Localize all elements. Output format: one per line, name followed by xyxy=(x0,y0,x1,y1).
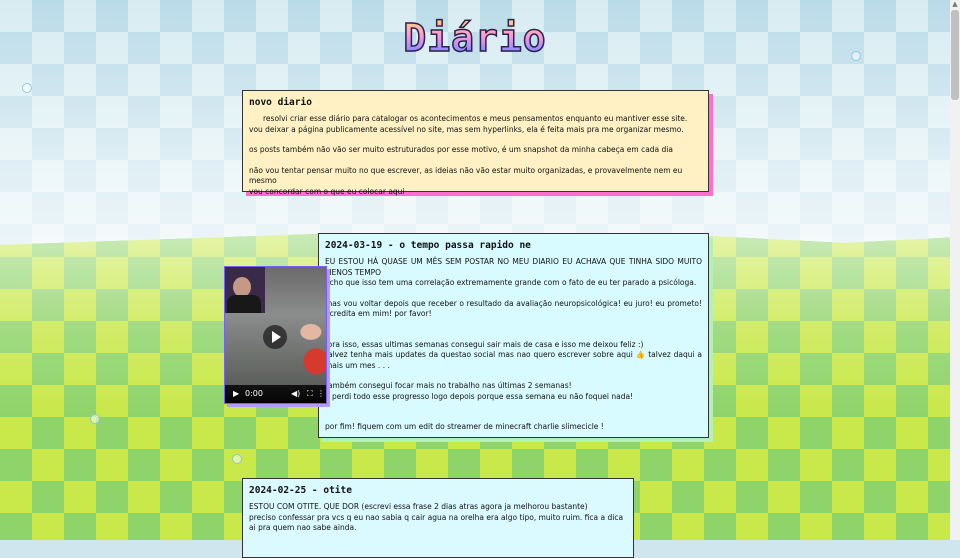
entry-text: ESTOU COM OTITE. QUE DOR (escrevi essa f… xyxy=(249,502,588,511)
volume-icon[interactable]: ◀) xyxy=(291,389,300,398)
scroll-up-arrow-icon[interactable]: ▲ xyxy=(951,0,959,9)
entry-text: também consegui focar mais no trabalho n… xyxy=(325,381,572,390)
entry-text: EU ESTOU HÁ QUASE UM MÊS SEM POSTAR NO M… xyxy=(325,257,702,277)
page-title: Diário xyxy=(0,15,950,61)
entry-text: não vou tentar pensar muito no que escre… xyxy=(249,165,683,186)
entry-title: 2024-03-19 - o tempo passa rapido ne xyxy=(325,240,531,251)
entry-text: vou deixar a página publicamente acessív… xyxy=(249,124,684,134)
entry-text: e perdi todo esse progresso logo depois … xyxy=(325,391,634,401)
video-controls: ▶ 0:00 ◀) ⛶ ⋮ xyxy=(225,385,326,403)
entry-text: resolvi criar esse diário para catalogar… xyxy=(263,114,688,123)
scrollbar-thumb[interactable] xyxy=(951,10,959,100)
entry-title: 2024-02-25 - otite xyxy=(249,485,352,496)
entry-text: por fim! fiquem com um edit do streamer … xyxy=(325,422,604,431)
video-player[interactable]: ▶ 0:00 ◀) ⛶ ⋮ xyxy=(224,266,327,404)
video-time: 0:00 xyxy=(245,389,263,398)
facecam-head xyxy=(233,277,251,297)
entry-title: novo diario xyxy=(249,97,312,108)
entry-text: talvez tenha mais updates da questao soc… xyxy=(325,350,702,370)
entry-text: os posts também não vão ser muito estrut… xyxy=(249,145,673,154)
bubble-decoration xyxy=(232,454,242,464)
bubble-decoration xyxy=(22,83,32,93)
diary-entry-novo-diario: novo diario resolvi criar esse diário pa… xyxy=(242,90,709,196)
facecam-body xyxy=(227,295,261,313)
video-facecam xyxy=(225,267,265,313)
entry-text: vou concordar com o que eu colocar aqui xyxy=(249,186,405,196)
page-scrollbar[interactable]: ▲ xyxy=(950,0,960,540)
play-icon[interactable]: ▶ xyxy=(233,389,239,398)
fullscreen-icon[interactable]: ⛶ xyxy=(307,389,313,398)
diary-entry-o-tempo-passa: 2024-03-19 - o tempo passa rapido ne EU … xyxy=(318,233,709,438)
more-vert-icon[interactable]: ⋮ xyxy=(317,389,325,398)
entry-text: mas vou voltar depois que receber o resu… xyxy=(325,298,702,319)
play-overlay-icon[interactable] xyxy=(263,325,287,349)
entry-text: acho que isso tem uma correlação extrema… xyxy=(325,278,697,287)
entry-text: preciso confessar pra vcs q eu nao sabia… xyxy=(249,512,624,533)
diary-entry-otite: 2024-02-25 - otite ESTOU COM OTITE. QUE … xyxy=(242,478,634,558)
bubble-decoration xyxy=(90,414,100,424)
entry-text: fora isso, essas ultimas semanas consegu… xyxy=(325,339,644,349)
